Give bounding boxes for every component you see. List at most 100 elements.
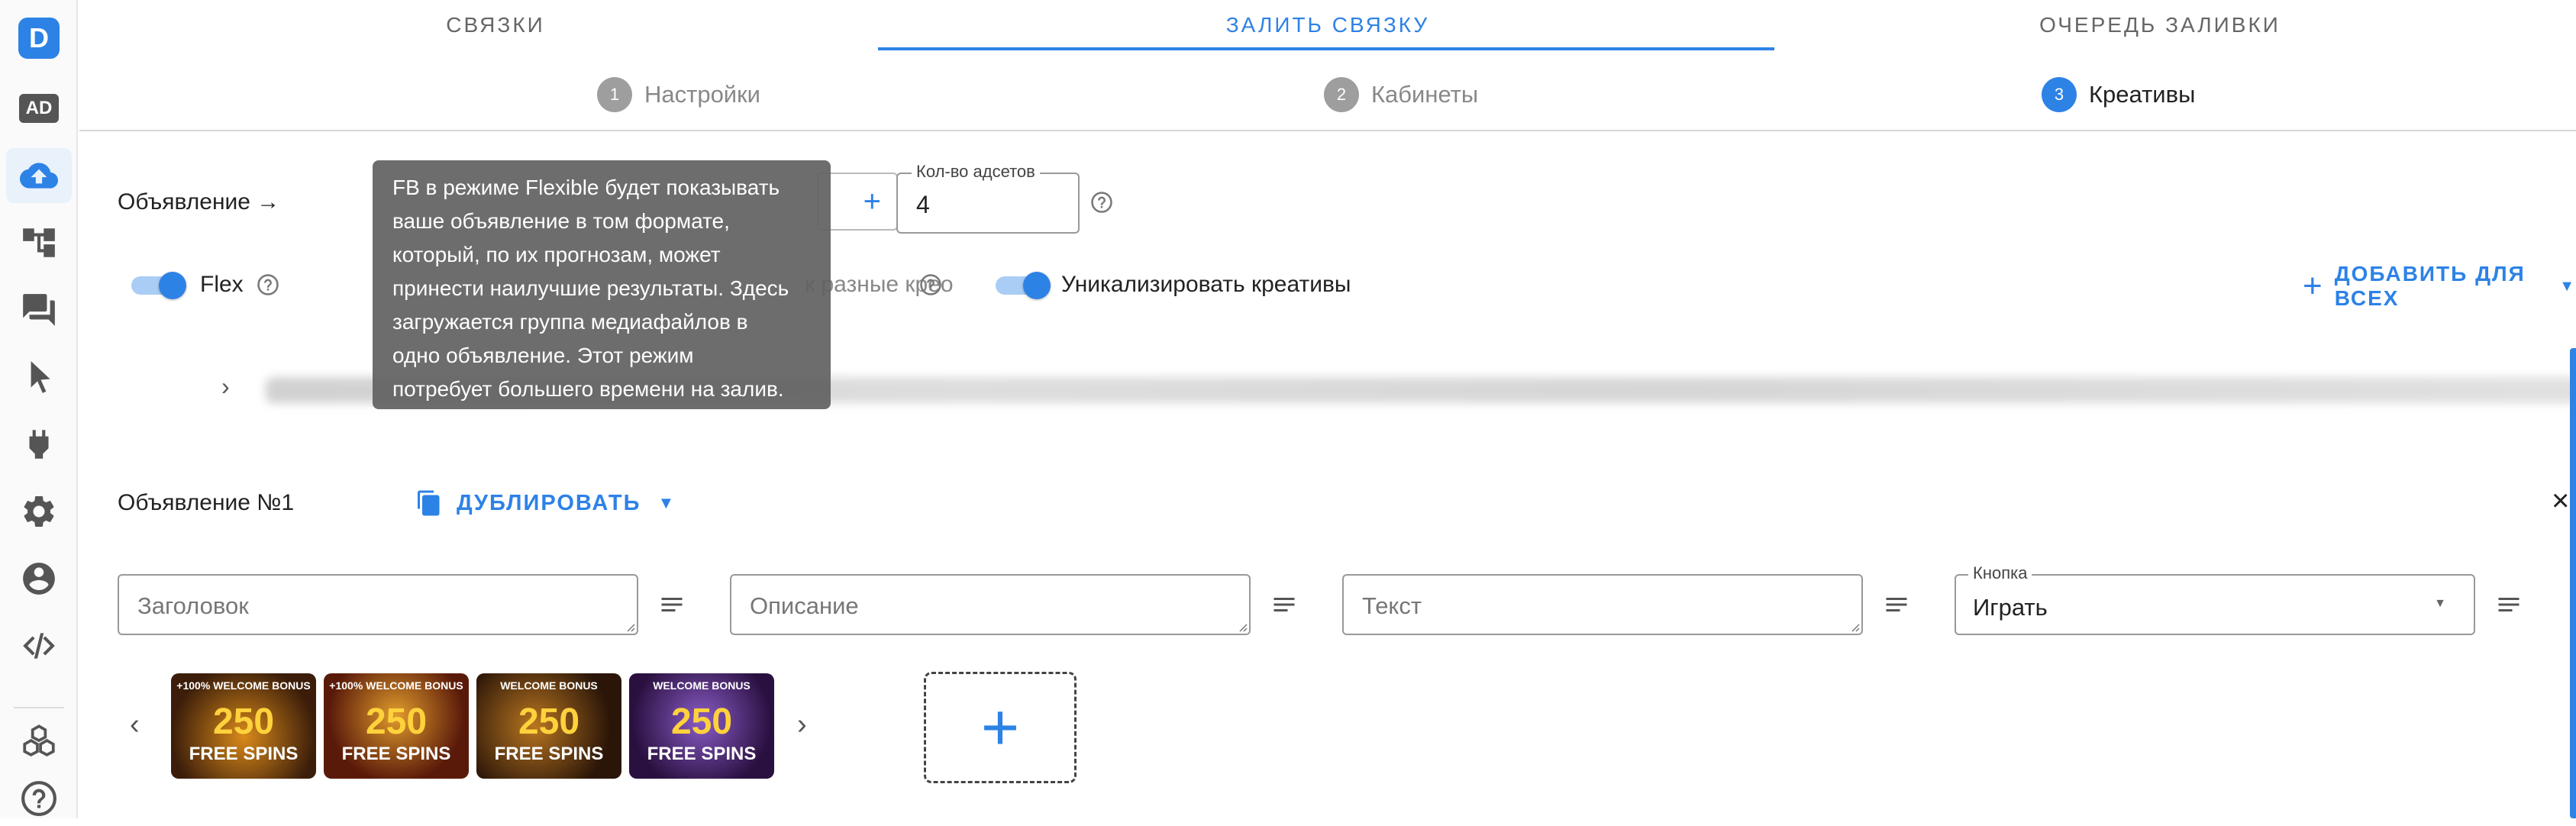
thumbnail-big-number: 250 [670,702,733,742]
dropdown-arrow-icon: ▼ [2434,597,2446,610]
flex-label: Flex [200,272,244,297]
carousel-next-icon[interactable]: › [797,708,807,741]
sidebar: D AD [0,0,78,818]
step-number: 2 [1324,77,1359,112]
add-for-all-button[interactable]: + ДОБАВИТЬ ДЛЯ ВСЕХ ▼ [2303,262,2576,310]
stepper: 1 Настройки 2 Кабинеты 3 Креативы [79,58,2576,131]
carousel-prev-icon[interactable]: ‹ [130,708,140,741]
cubes-icon [23,724,55,757]
sidebar-item-integrations[interactable] [6,713,72,768]
help-circle-icon[interactable] [1090,191,1113,218]
media-thumbnail[interactable]: +100% WELCOME BONUS 250 FREE SPINS [171,673,316,779]
active-tab-indicator [878,47,1774,50]
thumbnail-subcaption: FREE SPINS [189,744,299,764]
step-number: 3 [2042,77,2077,112]
help-circle-icon[interactable] [257,273,279,300]
main-content: СВЯЗКИ ЗАЛИТЬ СВЯЗКУ ОЧЕРЕДЬ ЗАЛИВКИ 1 Н… [79,0,2576,818]
adsets-count-field[interactable]: Кол-во адсетов 4 [896,162,1080,234]
plug-icon [29,430,49,459]
tooltip-line: принести наилучшие результаты. Здесь [392,276,789,300]
uniqualize-toggle[interactable] [996,272,1051,299]
add-for-all-label: ДОБАВИТЬ ДЛЯ ВСЕХ [2334,262,2526,310]
sidebar-item-plugins[interactable] [6,417,72,472]
text-lines-icon[interactable] [2495,591,2523,618]
plus-icon: + [980,690,1020,764]
resize-handle-icon[interactable] [1237,621,1248,632]
hierarchy-icon [23,228,55,257]
chevron-right-icon[interactable]: › [221,373,230,401]
top-tabs: СВЯЗКИ ЗАЛИТЬ СВЯЗКУ ОЧЕРЕДЬ ЗАЛИВКИ [79,0,2576,53]
resize-handle-icon[interactable] [625,621,635,632]
ad-count-label: Объявление → [118,189,280,215]
sidebar-item-help[interactable] [6,771,72,826]
tooltip-line: FB в режиме Flexible будет показывать [392,176,780,199]
media-thumbnail[interactable]: WELCOME BONUS 250 FREE SPINS [476,673,621,779]
app-logo[interactable]: D [6,11,72,66]
step-label: Кабинеты [1371,81,1479,108]
uniqualize-label: Уникализировать креативы [1061,272,1351,297]
tooltip-line: который, по их прогнозам, может [392,243,721,266]
copy-icon [418,490,440,516]
resize-handle-icon[interactable] [1849,621,1860,632]
thumbnail-big-number: 250 [365,702,428,742]
text-field[interactable]: Текст [1342,574,1863,635]
adsets-count-legend: Кол-во адсетов [912,162,1040,182]
description-field[interactable]: Описание [730,574,1251,635]
text-lines-icon[interactable] [1270,591,1298,618]
sidebar-divider [14,707,64,708]
tab-upload-queue[interactable]: ОЧЕРЕДЬ ЗАЛИВКИ [1744,0,2576,50]
tab-upload-bundle[interactable]: ЗАЛИТЬ СВЯЗКУ [912,0,1744,50]
help-circle-icon[interactable] [919,273,942,300]
text-lines-icon[interactable] [658,591,686,618]
text-lines-icon[interactable] [1883,591,1910,618]
adsets-count-value: 4 [916,191,930,218]
sidebar-item-profile[interactable] [6,551,72,606]
headline-placeholder: Заголовок [137,592,249,619]
duplicate-button[interactable]: ДУБЛИРОВАТЬ ▼ [415,486,676,521]
step-number: 1 [597,77,632,112]
sidebar-item-upload[interactable] [6,148,72,203]
caret-down-icon[interactable]: ▼ [2559,278,2576,295]
media-thumbnail[interactable]: +100% WELCOME BONUS 250 FREE SPINS [324,673,469,779]
cta-button-select[interactable]: Кнопка Играть ▼ [1955,563,2475,635]
sidebar-item-cursor[interactable] [6,350,72,405]
thumbnail-subcaption: FREE SPINS [494,744,604,764]
help-icon [21,781,56,816]
scrollbar[interactable] [2570,348,2576,818]
media-thumbnail[interactable]: WELCOME BONUS 250 FREE SPINS [629,673,774,779]
thumbnail-big-number: 250 [518,702,580,742]
cta-button-value: Играть [1973,594,2048,621]
tab-bundles[interactable]: СВЯЗКИ [79,0,912,50]
step-settings[interactable]: 1 Настройки [597,76,760,113]
ad-title: Объявление №1 [118,490,295,515]
flex-toggle[interactable] [131,272,186,299]
thumbnail-caption: WELCOME BONUS [500,679,598,692]
thumbnail-subcaption: FREE SPINS [341,744,451,764]
sidebar-item-structure[interactable] [6,215,72,270]
description-placeholder: Описание [750,592,859,619]
tooltip-line: одно объявление. Этот режим [392,344,694,367]
step-cabinets[interactable]: 2 Кабинеты [1324,76,1478,113]
headline-field[interactable]: Заголовок [118,574,638,635]
caret-down-icon[interactable]: ▼ [657,493,676,513]
tooltip-line: загружается группа медиафайлов в [392,310,748,334]
sidebar-item-chat[interactable] [6,282,72,337]
sidebar-item-settings[interactable] [6,484,72,539]
thumbnail-caption: WELCOME BONUS [653,679,751,692]
plus-icon[interactable]: + [864,185,881,219]
step-creatives[interactable]: 3 Креативы [2042,76,2195,113]
toggle-knob [159,272,186,299]
cloud-upload-icon [20,163,58,189]
cta-button-legend: Кнопка [1968,563,2032,583]
close-icon[interactable]: × [2552,484,2569,518]
sidebar-item-ad[interactable]: AD [6,81,72,136]
toggle-knob [1023,272,1051,299]
user-circle-icon [23,563,55,595]
add-media-button[interactable]: + [924,672,1077,783]
sidebar-item-code[interactable] [6,618,72,673]
text-placeholder: Текст [1362,592,1422,619]
code-icon [23,633,55,659]
duplicate-label: ДУБЛИРОВАТЬ [457,490,641,515]
chat-icon [23,294,55,326]
step-label: Настройки [644,81,761,108]
